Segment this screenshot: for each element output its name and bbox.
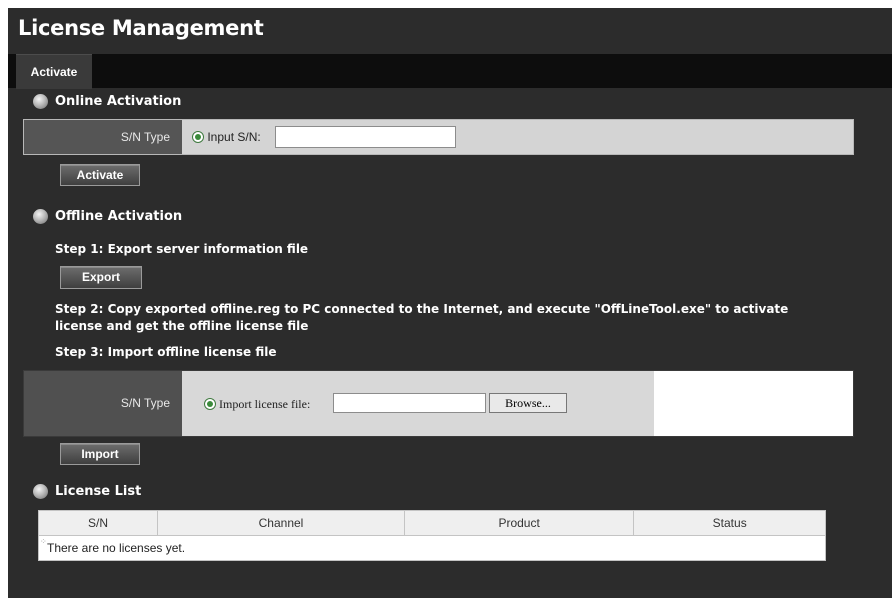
- empty-message: There are no licenses yet.: [47, 541, 186, 555]
- step3-text: Step 3: Import offline license file: [55, 345, 277, 359]
- column-header-product[interactable]: Product: [403, 510, 635, 536]
- sn-type-label: S/N Type: [24, 371, 182, 436]
- import-button[interactable]: Import: [60, 443, 140, 465]
- browse-button[interactable]: Browse...: [489, 393, 567, 413]
- import-license-radio-label: Import license file:: [219, 396, 311, 411]
- table-header-row: S/N Channel Product Status: [37, 510, 826, 536]
- offline-sn-type-row: S/N Type Import license file: Browse...: [23, 370, 854, 437]
- page-title: License Management: [18, 16, 264, 40]
- input-sn-radio[interactable]: [192, 130, 204, 143]
- sn-input[interactable]: [275, 126, 456, 148]
- bullet-icon: [33, 209, 48, 224]
- sn-type-label: S/N Type: [24, 120, 182, 154]
- step1-text: Step 1: Export server information file: [55, 242, 309, 256]
- column-header-channel[interactable]: Channel: [157, 510, 405, 536]
- step2-text: Step 2: Copy exported offline.reg to PC …: [55, 301, 788, 335]
- license-file-input[interactable]: [333, 393, 486, 413]
- import-license-radio[interactable]: [204, 398, 216, 411]
- bullet-icon: [33, 94, 48, 109]
- online-activation-label: Online Activation: [55, 94, 182, 109]
- license-management-panel: License Management Activate Online Activ…: [8, 8, 892, 598]
- step2-line2: license and get the offline license file: [55, 319, 309, 333]
- activate-button[interactable]: Activate: [60, 164, 140, 186]
- license-list-label: License List: [55, 484, 142, 499]
- row-filler: [654, 371, 853, 436]
- input-sn-radio-label: Input S/N:: [207, 129, 261, 144]
- step2-line1: Step 2: Copy exported offline.reg to PC …: [55, 302, 789, 316]
- offline-activation-label: Offline Activation: [55, 209, 183, 224]
- column-header-sn[interactable]: S/N: [37, 510, 159, 536]
- bullet-icon: [33, 484, 48, 499]
- tab-activate[interactable]: Activate: [16, 54, 92, 89]
- input-sn-radio-group: Input S/N:: [192, 129, 261, 144]
- tab-bar: Activate: [8, 54, 892, 89]
- import-license-radio-group: Import license file:: [204, 396, 310, 412]
- online-sn-type-row: S/N Type Input S/N:: [23, 119, 854, 155]
- table-row: ⁘ There are no licenses yet.: [38, 535, 826, 561]
- loading-icon: ⁘: [40, 537, 47, 546]
- empty-message-cell: ⁘ There are no licenses yet.: [38, 535, 826, 561]
- export-button[interactable]: Export: [60, 266, 142, 289]
- column-header-status[interactable]: Status: [633, 510, 826, 536]
- license-table: S/N Channel Product Status ⁘ There are n…: [37, 510, 826, 561]
